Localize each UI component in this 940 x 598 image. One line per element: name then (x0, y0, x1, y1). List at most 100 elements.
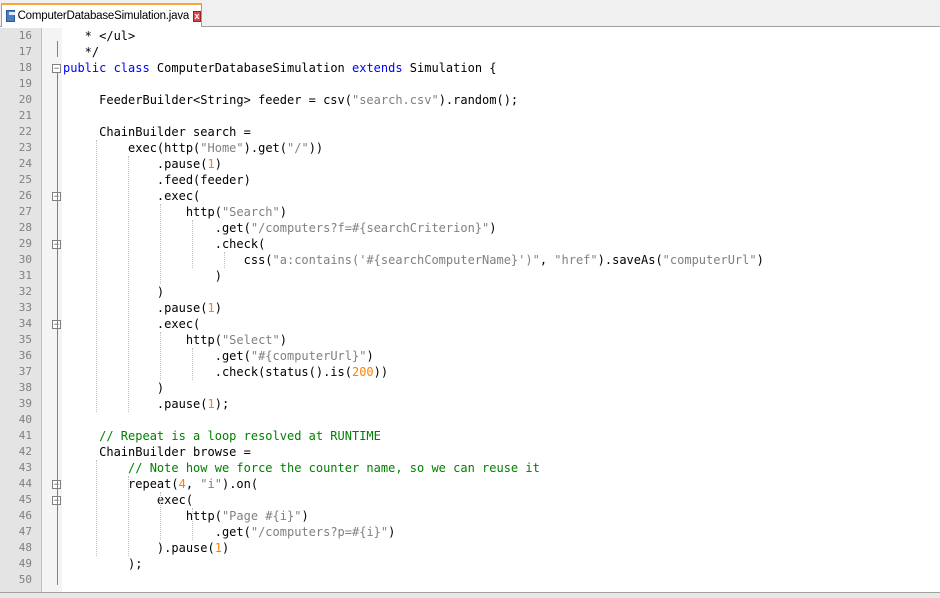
code-token: ); (214, 397, 230, 411)
code-text: css("a:contains('#{searchComputerName}')… (63, 252, 764, 268)
line-number: 30 (18, 253, 32, 266)
code-line[interactable]: 26− .exec( (0, 188, 940, 204)
code-token: )) (308, 141, 324, 155)
line-number: 42 (18, 445, 32, 458)
line-number: 22 (18, 125, 32, 138)
code-line[interactable]: 28 .get("/computers?f=#{searchCriterion}… (0, 220, 940, 236)
code-token: ).saveAs( (597, 253, 663, 267)
code-line[interactable]: 20 FeederBuilder<String> feeder = csv("s… (0, 92, 940, 108)
code-token: Simulation { (409, 61, 497, 75)
code-token: .feed(feeder) (63, 173, 251, 187)
code-token: ).get( (243, 141, 287, 155)
indent-guide (192, 348, 193, 380)
fold-collapse-icon[interactable]: − (52, 64, 61, 73)
line-number: 49 (18, 557, 32, 570)
indent-guide (192, 220, 193, 268)
code-line[interactable]: 41 // Repeat is a loop resolved at RUNTI… (0, 428, 940, 444)
code-token: .exec( (63, 317, 201, 331)
code-text: http("Page #{i}") (63, 508, 309, 524)
string-token: "search.csv" (351, 93, 439, 107)
code-text: ) (63, 380, 164, 396)
tab-computer-database-simulation[interactable]: ComputerDatabaseSimulation.java x (1, 3, 202, 27)
code-token: ) (221, 541, 230, 555)
line-number: 33 (18, 301, 32, 314)
line-number: 16 (18, 29, 32, 42)
comment-token: // Note how we force the counter name, s… (63, 461, 540, 475)
code-line[interactable]: 31 ) (0, 268, 940, 284)
code-line[interactable]: 29− .check( (0, 236, 940, 252)
code-token: ) (63, 269, 222, 283)
code-line[interactable]: 38 ) (0, 380, 940, 396)
code-line[interactable]: 19 (0, 76, 940, 92)
code-line[interactable]: 49 ); (0, 556, 940, 572)
line-number: 44 (18, 477, 32, 490)
code-token: ).on( (221, 477, 259, 491)
number-token: 200 (351, 365, 374, 379)
code-text: .pause(1) (63, 300, 222, 316)
code-line[interactable]: 44− repeat(4, "i").on( (0, 476, 940, 492)
line-number: 36 (18, 349, 32, 362)
code-line[interactable]: 42 ChainBuilder browse = (0, 444, 940, 460)
code-line[interactable]: 45− exec( (0, 492, 940, 508)
code-text: .exec( (63, 188, 200, 204)
line-number: 41 (18, 429, 32, 442)
code-line[interactable]: 16 * </ul> (0, 28, 940, 44)
code-token: ChainBuilder browse = (63, 445, 251, 459)
code-token: http( (63, 509, 222, 523)
line-number: 37 (18, 365, 32, 378)
code-token: */ (63, 45, 100, 59)
line-number: 20 (18, 93, 32, 106)
code-token: * </ul> (63, 29, 136, 43)
code-line[interactable]: 35 http("Select") (0, 332, 940, 348)
code-line[interactable]: 22 ChainBuilder search = (0, 124, 940, 140)
code-text: ); (63, 556, 142, 572)
line-number: 25 (18, 173, 32, 186)
code-line[interactable]: 18 − public class ComputerDatabaseSimulati… (0, 60, 940, 76)
line-number: 26 (18, 189, 32, 202)
code-line[interactable]: 34− .exec( (0, 316, 940, 332)
line-number: 40 (18, 413, 32, 426)
code-line[interactable]: 40 (0, 412, 940, 428)
code-line[interactable]: 17 */ (0, 44, 940, 60)
code-line[interactable]: 27 http("Search") (0, 204, 940, 220)
code-token: ) (63, 285, 165, 299)
line-number: 29 (18, 237, 32, 250)
code-text: */ (63, 44, 99, 60)
comment-token: // Repeat is a loop resolved at RUNTIME (63, 429, 381, 443)
code-token: .get( (63, 349, 251, 363)
string-token: "Search" (221, 205, 280, 219)
code-line[interactable]: 30 css("a:contains('#{searchComputerName… (0, 252, 940, 268)
code-line[interactable]: 43 // Note how we force the counter name… (0, 460, 940, 476)
number-token: 1 (207, 157, 215, 171)
code-text: ChainBuilder browse = (63, 444, 251, 460)
code-token: FeederBuilder<String> feeder = csv( (63, 93, 352, 107)
string-token: "computerUrl" (662, 253, 757, 267)
code-line[interactable]: 23 exec(http("Home").get("/")) (0, 140, 940, 156)
code-line[interactable]: 46 http("Page #{i}") (0, 508, 940, 524)
code-token: ) (279, 205, 287, 219)
code-line[interactable]: 24 .pause(1) (0, 156, 940, 172)
indent-guide (160, 492, 161, 540)
code-line[interactable]: 21 (0, 108, 940, 124)
code-line[interactable]: 37 .check(status().is(200)) (0, 364, 940, 380)
number-token: 1 (207, 301, 215, 315)
code-line[interactable]: 32 ) (0, 284, 940, 300)
code-token: .pause( (63, 397, 208, 411)
code-text: exec(http("Home").get("/")) (63, 140, 323, 156)
code-line[interactable]: 47 .get("/computers?p=#{i}") (0, 524, 940, 540)
code-token: , (539, 253, 555, 267)
number-token: 1 (214, 541, 222, 555)
code-line[interactable]: 48 ).pause(1) (0, 540, 940, 556)
code-token: .get( (63, 221, 251, 235)
line-number: 24 (18, 157, 32, 170)
code-line[interactable]: 36 .get("#{computerUrl}") (0, 348, 940, 364)
code-line[interactable]: 33 .pause(1) (0, 300, 940, 316)
code-line[interactable]: 50 (0, 572, 940, 588)
code-line[interactable]: 25 .feed(feeder) (0, 172, 940, 188)
indent-guide (224, 252, 225, 268)
string-token: "Home" (200, 141, 244, 155)
close-icon[interactable]: x (193, 10, 201, 22)
code-editor[interactable]: 16 * </ul> 17 */18− public class ComputerD… (0, 28, 940, 592)
code-line[interactable]: 39 .pause(1); (0, 396, 940, 412)
line-number: 23 (18, 141, 32, 154)
